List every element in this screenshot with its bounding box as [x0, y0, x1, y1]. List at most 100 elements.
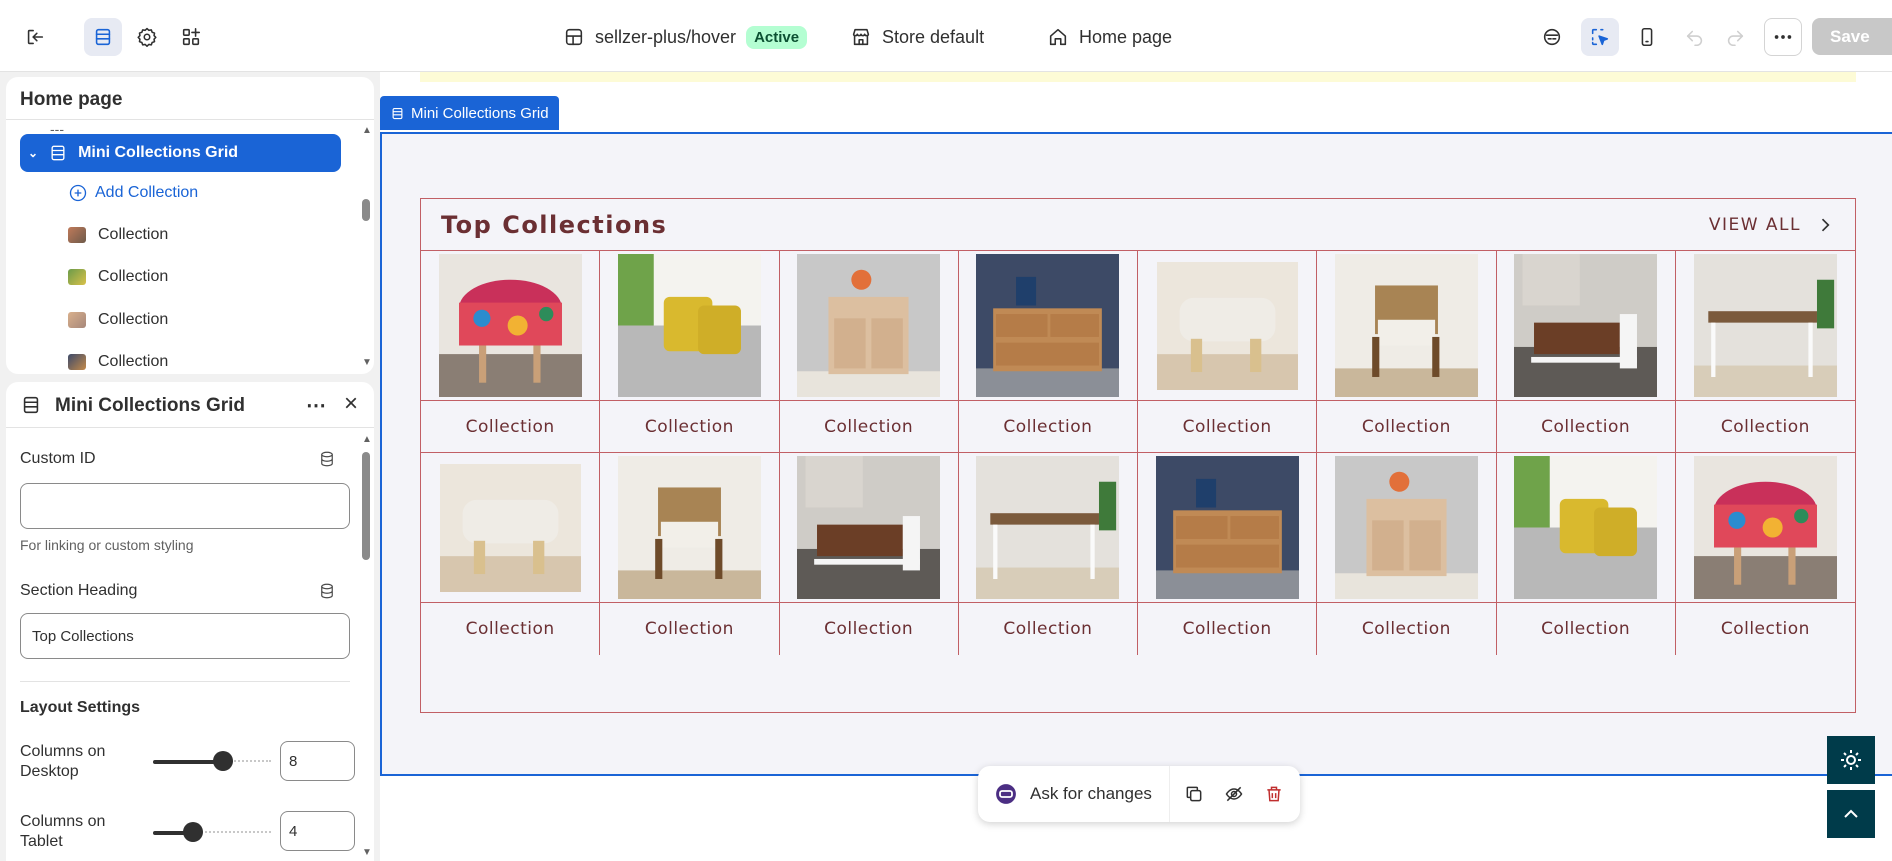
- dynamic-source-icon[interactable]: [318, 450, 336, 468]
- duplicate-icon[interactable]: [1184, 784, 1204, 804]
- coffee-table-icon: [797, 456, 941, 599]
- collection-card-image[interactable]: [958, 453, 1138, 603]
- scroll-up-arrow[interactable]: ▲: [362, 434, 372, 445]
- divider: [6, 119, 374, 120]
- collection-card-label[interactable]: Collection: [1676, 603, 1855, 655]
- mini-collections-grid-section[interactable]: Top Collections VIEW ALL Collection Colle…: [380, 132, 1892, 822]
- inspect-cursor-icon[interactable]: [1581, 18, 1619, 56]
- collection-card-image[interactable]: [1675, 251, 1855, 401]
- settings-title: Mini Collections Grid: [55, 395, 246, 416]
- collection-card-image[interactable]: [779, 251, 959, 401]
- columns-tablet-input[interactable]: 4: [280, 811, 355, 851]
- ai-assistant-icon[interactable]: [1533, 18, 1571, 56]
- collection-card-label[interactable]: Collection: [600, 401, 780, 453]
- theme-icon: [565, 28, 583, 46]
- desk-icon: [976, 456, 1120, 599]
- collection-card-label[interactable]: Collection: [1497, 603, 1676, 655]
- collection-card-label[interactable]: Collection: [1675, 401, 1855, 453]
- preview-canvas: Mini Collections Grid Top Collections VI…: [380, 72, 1892, 861]
- columns-desktop-input[interactable]: 8: [280, 741, 355, 781]
- collection-card-image[interactable]: [1496, 251, 1676, 401]
- collection-card-image[interactable]: [1496, 453, 1676, 603]
- collection-card-label[interactable]: Collection: [780, 603, 959, 655]
- tree-item-collection[interactable]: Collection: [68, 258, 328, 296]
- collection-card-image[interactable]: [958, 251, 1138, 401]
- section-icon: [51, 145, 65, 161]
- collection-card-label[interactable]: Collection: [1496, 401, 1676, 453]
- sections-icon[interactable]: [84, 18, 122, 56]
- collection-card-label[interactable]: Collection: [421, 401, 601, 453]
- more-options-icon[interactable]: ⋯: [306, 393, 327, 418]
- exit-icon[interactable]: [16, 18, 54, 56]
- columns-tablet-slider-thumb[interactable]: [183, 822, 203, 842]
- collection-card-label[interactable]: Collection: [1317, 603, 1497, 655]
- custom-id-label: Custom ID: [20, 450, 96, 467]
- columns-tablet-label: Columns on Tablet: [20, 812, 105, 852]
- add-collection-button[interactable]: Add Collection: [68, 174, 328, 212]
- more-options-icon[interactable]: [1764, 18, 1802, 56]
- collection-card-image[interactable]: [421, 251, 601, 401]
- section-heading-field[interactable]: Top Collections: [20, 613, 350, 659]
- page-selector[interactable]: Home page: [1047, 22, 1172, 52]
- collection-card-label[interactable]: Collection: [600, 603, 780, 655]
- save-button[interactable]: Save: [1812, 18, 1892, 55]
- cabinet-icon: [797, 254, 941, 397]
- collection-card-image[interactable]: [1138, 251, 1318, 401]
- collection-card-label[interactable]: Collection: [959, 603, 1138, 655]
- columns-tablet-slider-track[interactable]: [201, 831, 271, 835]
- scrollbar[interactable]: [362, 452, 370, 560]
- columns-desktop-slider-track[interactable]: [231, 760, 271, 764]
- tree-item-mini-collections-grid[interactable]: ⌄ Mini Collections Grid: [20, 134, 341, 172]
- scrollbar[interactable]: [362, 199, 370, 221]
- collection-card-label[interactable]: Collection: [1138, 401, 1318, 453]
- undo-icon[interactable]: [1676, 18, 1714, 56]
- section-tag[interactable]: Mini Collections Grid: [380, 96, 559, 130]
- collection-card-image[interactable]: [779, 453, 959, 603]
- scroll-up-arrow[interactable]: ▲: [362, 125, 372, 136]
- footstool-icon: [439, 463, 581, 592]
- delete-icon[interactable]: [1264, 784, 1284, 804]
- ask-for-changes-button[interactable]: Ask for changes: [978, 766, 1170, 822]
- tree-item-label: Mini Collections Grid: [78, 144, 239, 161]
- dynamic-source-icon[interactable]: [318, 582, 336, 600]
- scroll-to-top-button[interactable]: [1827, 790, 1875, 838]
- collection-card-label[interactable]: Collection: [958, 401, 1138, 453]
- close-icon[interactable]: ×: [344, 390, 358, 418]
- custom-id-field[interactable]: [20, 483, 350, 529]
- apps-icon[interactable]: [172, 18, 210, 56]
- store-selector[interactable]: Store default: [850, 22, 984, 52]
- collection-card-image[interactable]: [1675, 453, 1855, 603]
- collection-card-label[interactable]: Collection: [421, 603, 601, 655]
- scroll-down-arrow[interactable]: ▼: [362, 847, 372, 858]
- ask-for-changes-label: Ask for changes: [1030, 784, 1152, 803]
- grid-header: Top Collections VIEW ALL: [421, 199, 1855, 251]
- view-all-link[interactable]: VIEW ALL: [1709, 215, 1835, 235]
- page-label: Home page: [1079, 26, 1173, 47]
- collection-card-label[interactable]: Collection: [779, 401, 959, 453]
- collection-card-image[interactable]: [600, 453, 780, 603]
- mobile-preview-icon[interactable]: [1628, 18, 1666, 56]
- tree-item-collection[interactable]: Collection: [68, 343, 328, 374]
- collection-card-image[interactable]: [1317, 251, 1497, 401]
- columns-desktop-slider-thumb[interactable]: [213, 751, 233, 771]
- section-heading-label: Section Heading: [20, 582, 138, 599]
- hide-icon[interactable]: [1224, 784, 1244, 804]
- store-label: Store default: [882, 26, 985, 47]
- theme-toggle-button[interactable]: [1827, 736, 1875, 784]
- view-all-label: VIEW ALL: [1708, 214, 1801, 235]
- columns-desktop-label-line2: Desktop: [20, 763, 79, 780]
- tree-item-collection[interactable]: Collection: [68, 216, 328, 254]
- collection-card-image[interactable]: [1317, 453, 1497, 603]
- tree-item-collection[interactable]: Collection: [68, 301, 328, 339]
- collection-card-image[interactable]: [1138, 453, 1318, 603]
- cabinet-icon: [1334, 456, 1478, 599]
- collection-card-label[interactable]: Collection: [1317, 401, 1497, 453]
- redo-icon[interactable]: [1716, 18, 1754, 56]
- collection-card-image[interactable]: [421, 453, 601, 603]
- theme-selector[interactable]: sellzer-plus/hover Active: [563, 22, 808, 52]
- scroll-down-arrow[interactable]: ▼: [362, 357, 372, 368]
- collection-card-label[interactable]: Collection: [1138, 603, 1318, 655]
- collection-card-image[interactable]: [600, 251, 780, 401]
- columns-desktop-label: Columns on Desktop: [20, 742, 105, 782]
- settings-gear-icon[interactable]: [128, 18, 166, 56]
